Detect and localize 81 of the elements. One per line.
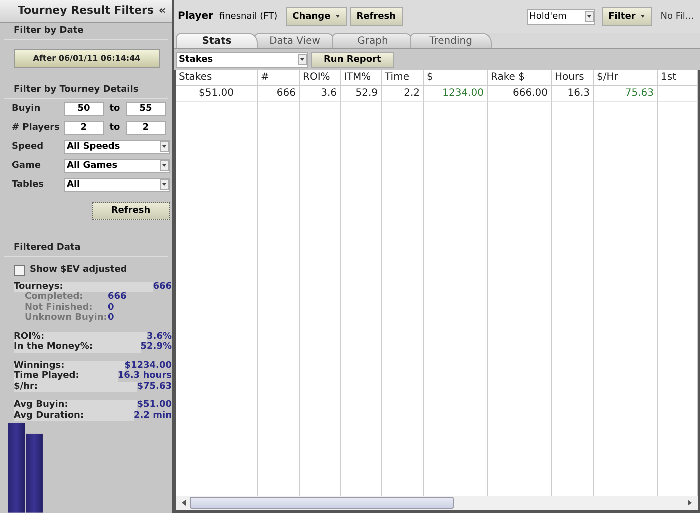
filter-status: No Fil... [660,12,694,22]
game-dropdown[interactable]: Hold'em [526,8,595,24]
stat-label: Not Finished: [24,302,94,313]
report-dropdown[interactable]: Stakes [176,52,308,68]
range-separator: to [108,104,122,114]
input-field[interactable]: 55 [126,102,166,116]
checkbox[interactable] [14,264,25,276]
stat-label: Avg Duration: [14,410,134,422]
table-cell: 75.63 [594,86,658,102]
stat-value: 2.2 min [134,410,172,422]
stat-label: Unknown Buyin: [24,313,108,324]
dropdown[interactable]: All Speeds [64,140,170,154]
input-field[interactable]: 2 [64,120,104,135]
scroll-left-icon[interactable] [180,499,188,507]
stat-value: 16.3 hours [118,371,172,382]
stat-label: Avg Buyin: [14,400,138,411]
stat-value: 0 [108,313,114,324]
stat-value: 52.9% [140,342,172,353]
column-header[interactable]: Stakes [176,70,258,86]
tab[interactable]: Trending [410,33,492,48]
table-cell: 52.9 [341,86,382,102]
range-separator: to [108,122,122,133]
column-header[interactable]: # [258,70,300,86]
stat-label: Winnings: [14,360,125,372]
stat-value: $51.00 [137,400,172,411]
stat-label: In the Money%: [14,342,141,353]
column-header[interactable]: $/Hr [594,70,658,86]
table-cell: $51.00 [176,86,258,102]
table-cell: 1234.00 [424,86,488,102]
column-header[interactable]: ROI% [300,70,341,86]
run-report-button[interactable]: Run Report [311,52,394,68]
stat-value: 0 [108,302,114,313]
table-cell: 666 [258,86,300,102]
section-heading: Filter by Tourney Details [4,82,168,99]
player-label: Player [178,11,214,22]
input-field[interactable]: 50 [64,102,104,116]
column-header[interactable]: Hours [552,70,594,86]
dropdown[interactable]: All [64,178,170,192]
date-filter-button[interactable]: After 06/01/11 06:14:44 [14,48,160,68]
stat-label: Completed: [24,292,84,303]
stat-label: Tourneys: [14,282,154,292]
stat-value: 666 [153,282,172,292]
table-cell: 666.00 [488,86,552,102]
refresh-button[interactable]: Refresh [350,7,403,26]
caret-icon [336,15,340,18]
field-label: Tables [12,180,46,190]
dropdown[interactable]: All Games [64,158,170,173]
stat-label: Time Played: [14,371,118,382]
horizontal-scrollbar[interactable] [174,496,700,513]
column-header[interactable]: $ [424,70,488,86]
player-name: finesnail (FT) [219,12,278,22]
column-header[interactable]: ITM% [341,70,382,86]
change-button[interactable]: Change [286,7,347,26]
table-cell: 16.3 [552,86,594,102]
field-label: Speed [12,142,45,152]
stat-label: $/hr: [14,382,138,392]
tab[interactable]: Stats [176,33,258,48]
refresh-button[interactable]: Refresh [92,202,170,220]
checkbox-label: Show $EV adjusted [30,265,128,276]
input-field[interactable]: 2 [126,120,166,135]
column-header[interactable]: Rake $ [488,70,552,86]
scroll-right-icon[interactable] [686,499,694,507]
collapse-button[interactable]: « [158,4,166,17]
scrollbar-thumb[interactable] [190,497,454,509]
stat-label: ROI%: [14,332,148,342]
stat-value: 3.6% [147,332,172,342]
section-heading: Filtered Data [4,240,168,257]
column-header[interactable]: Time [382,70,424,86]
stat-value: $75.63 [137,382,172,392]
caret-icon [640,15,645,18]
column-header[interactable]: 1st [658,70,698,86]
panel-title: Tourney Result Filters [18,4,154,18]
field-label: Game [12,160,42,171]
table-cell: 2.2 [382,86,424,102]
table-cell: 3.6 [300,86,341,102]
filter-button[interactable]: Filter [602,7,652,26]
stat-value: $1234.00 [124,360,172,371]
stat-value: 666 [108,292,127,303]
field-label: Buyin [12,104,42,114]
field-label: # Players [12,122,61,133]
section-heading: Filter by Date [4,22,168,40]
